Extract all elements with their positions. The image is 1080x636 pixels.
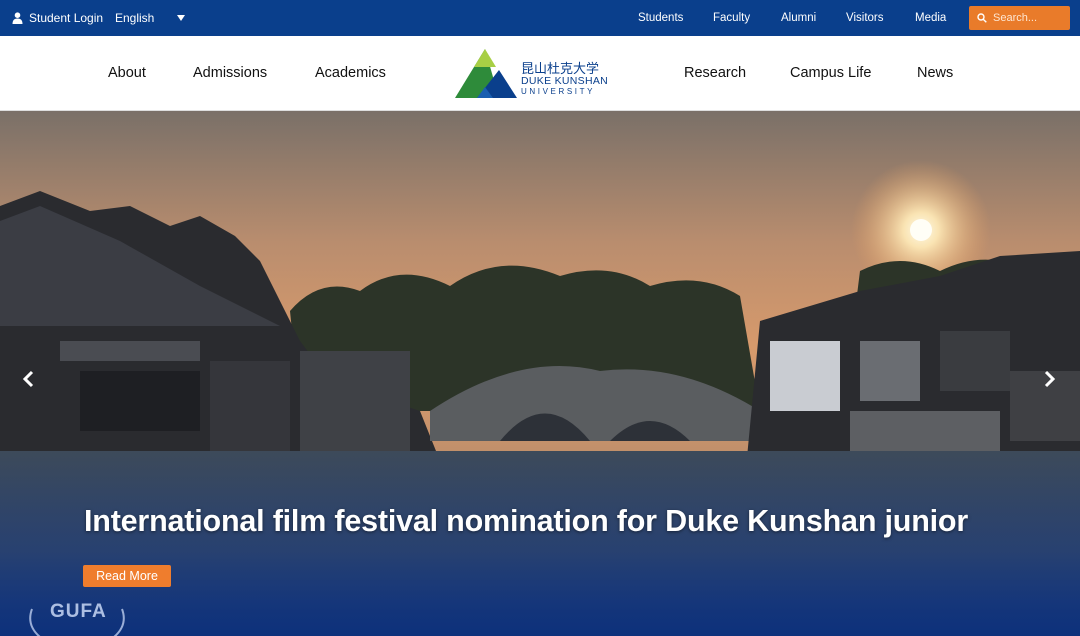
util-link-visitors[interactable]: Visitors: [846, 0, 884, 36]
nav-research[interactable]: Research: [684, 36, 746, 111]
hero-carousel: International film festival nomination f…: [0, 111, 1080, 636]
logo-english-name: DUKE KUNSHAN: [521, 75, 609, 87]
chevron-left-icon[interactable]: [17, 366, 41, 392]
university-logo[interactable]: 昆山杜克大学 DUKE KUNSHAN UNIVERSITY: [455, 48, 615, 100]
caret-down-icon: [177, 15, 185, 21]
chevron-right-icon[interactable]: [1037, 366, 1061, 392]
student-login-label: Student Login: [29, 11, 104, 25]
user-icon: [12, 12, 23, 24]
mountain-logo-icon: [455, 49, 517, 98]
read-more-button[interactable]: Read More: [83, 565, 171, 587]
nav-admissions[interactable]: Admissions: [193, 36, 267, 111]
hero-headline: International film festival nomination f…: [84, 504, 969, 538]
util-link-media[interactable]: Media: [915, 0, 946, 36]
nav-campus-life[interactable]: Campus Life: [790, 36, 871, 111]
badge-text: GUFA: [50, 601, 107, 622]
student-login-link[interactable]: Student Login: [12, 0, 103, 36]
language-select[interactable]: English: [115, 0, 185, 36]
search-box[interactable]: [969, 6, 1070, 30]
nav-academics[interactable]: Academics: [315, 36, 386, 111]
util-link-faculty[interactable]: Faculty: [713, 0, 750, 36]
util-link-alumni[interactable]: Alumni: [781, 0, 816, 36]
language-label: English: [115, 11, 155, 25]
hero-image: [0, 111, 1080, 636]
util-link-students[interactable]: Students: [638, 0, 683, 36]
search-icon: [977, 13, 987, 23]
search-input[interactable]: [993, 12, 1063, 24]
nav-news[interactable]: News: [917, 36, 953, 111]
nav-about[interactable]: About: [108, 36, 146, 111]
logo-english-subtitle: UNIVERSITY: [521, 87, 596, 96]
main-nav: About Admissions Academics 昆山杜克大学 DUKE K…: [0, 36, 1080, 111]
utility-bar: Student Login English Students Faculty A…: [0, 0, 1080, 36]
film-festival-badge: GUFA: [22, 599, 132, 636]
